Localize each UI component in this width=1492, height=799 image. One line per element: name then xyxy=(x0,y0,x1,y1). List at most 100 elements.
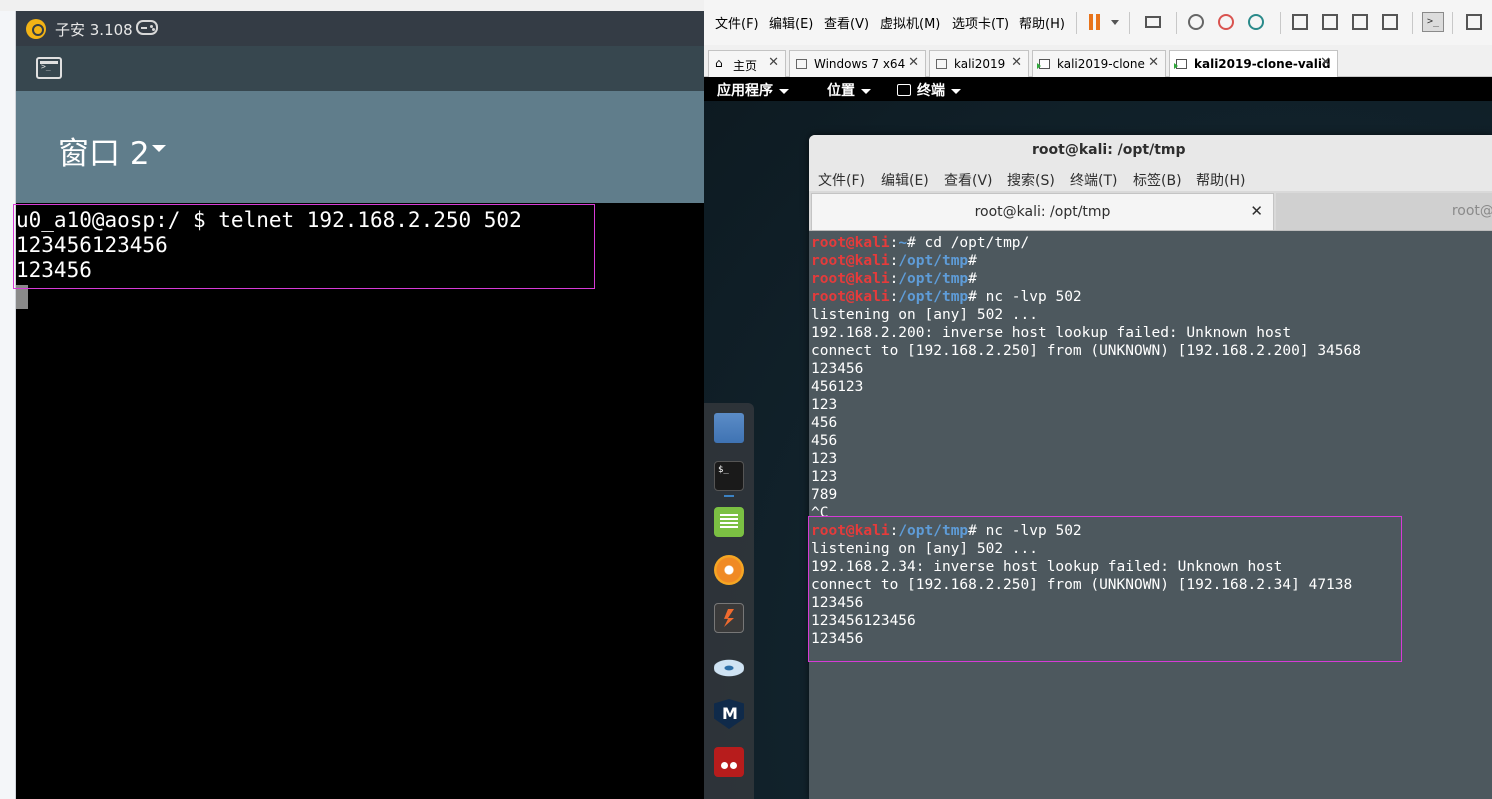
tab-kali2019-clone-valid[interactable]: kali2019-clone-valid ✕ xyxy=(1169,50,1338,77)
close-icon[interactable]: ✕ xyxy=(768,55,779,70)
notes-icon[interactable] xyxy=(714,507,744,537)
send-keys-icon[interactable] xyxy=(1145,16,1161,28)
chevron-down-icon[interactable] xyxy=(1111,20,1119,25)
background-browser-edge xyxy=(0,0,16,799)
background-browser-top-edge xyxy=(0,0,704,11)
tab-kali2019-clone[interactable]: kali2019-clone ✕ xyxy=(1032,50,1166,77)
library-view-icon[interactable] xyxy=(1292,14,1308,30)
gt-menu-view[interactable]: 查看(V) xyxy=(944,170,993,190)
prompt-path: /opt/tmp xyxy=(898,253,969,269)
terminal-tab-inactive[interactable]: root@k xyxy=(1276,193,1492,230)
output-text: 123 xyxy=(811,469,838,485)
revert-snapshot-icon[interactable] xyxy=(1218,14,1234,30)
menu-vm[interactable]: 虚拟机(M) xyxy=(880,13,940,32)
menu-tabs[interactable]: 选项卡(T) xyxy=(952,13,1009,32)
close-icon[interactable]: ✕ xyxy=(1320,55,1331,70)
fullscreen-icon[interactable] xyxy=(1352,14,1368,30)
unity-icon[interactable] xyxy=(1382,14,1398,30)
output-text: 123 xyxy=(811,451,838,467)
files-icon[interactable] xyxy=(714,413,744,443)
dropdown-caret-icon[interactable] xyxy=(152,145,166,152)
thumbnail-view-icon[interactable] xyxy=(1322,14,1338,30)
close-icon[interactable]: ✕ xyxy=(908,55,919,70)
vm-icon xyxy=(936,59,947,69)
output-text: connect to [192.168.2.250] from (UNKNOWN… xyxy=(811,343,1361,359)
emulator-title: 子安 3.108 xyxy=(55,21,133,39)
window-selector[interactable]: 窗口 2 xyxy=(58,128,150,173)
terminal-line: 456 xyxy=(811,432,1361,450)
menu-help[interactable]: 帮助(H) xyxy=(1019,13,1065,32)
stretch-guest-icon[interactable] xyxy=(1466,14,1482,30)
menu-file[interactable]: 文件(F) xyxy=(715,13,759,32)
snapshot-manager-icon[interactable] xyxy=(1248,14,1264,30)
tab-windows7[interactable]: Windows 7 x64 ✕ xyxy=(789,50,926,77)
terminal-line: root@kali:/opt/tmp# xyxy=(811,271,977,287)
gt-menu-file[interactable]: 文件(F) xyxy=(818,170,865,190)
prompt-user: root@kali xyxy=(811,289,890,305)
terminal-icon[interactable]: $_ xyxy=(714,461,744,491)
output-text: 456 xyxy=(811,415,838,431)
tab-home[interactable]: ⌂ 主页 ✕ xyxy=(708,50,786,77)
kali-guest-display[interactable]: 应用程序 位置 终端 $_ root@kali: /opt/tmp 文件(F) … xyxy=(704,77,1492,799)
terminal-line: 789 xyxy=(811,486,1361,504)
menu-view[interactable]: 查看(V) xyxy=(824,13,869,32)
prompt-user: root@kali xyxy=(811,271,890,287)
terminal-menubar: 文件(F) 编辑(E) 查看(V) 搜索(S) 终端(T) 标签(B) 帮助(H… xyxy=(809,165,1492,191)
prompt-path: /opt/tmp xyxy=(898,271,969,287)
running-vm-icon xyxy=(1037,59,1050,69)
prompt-path: /opt/tmp xyxy=(898,289,969,305)
emulator-logo-icon xyxy=(26,19,46,39)
close-icon[interactable]: ✕ xyxy=(1148,55,1159,70)
output-text: listening on [any] 502 ... xyxy=(811,307,1038,323)
burpsuite-icon[interactable] xyxy=(714,603,744,633)
cherrytree-icon[interactable] xyxy=(714,747,744,777)
metasploit-icon[interactable] xyxy=(714,699,744,729)
gt-menu-help[interactable]: 帮助(H) xyxy=(1196,170,1245,190)
annotation-highlight-box xyxy=(13,204,595,289)
eye-icon[interactable] xyxy=(714,653,744,683)
applications-menu[interactable]: 应用程序 xyxy=(717,80,789,100)
running-indicator xyxy=(724,495,734,497)
vmware-window: 文件(F) 编辑(E) 查看(V) 虚拟机(M) 选项卡(T) 帮助(H) >_… xyxy=(704,0,1492,799)
gt-menu-edit[interactable]: 编辑(E) xyxy=(881,170,929,190)
vmware-tabbar: ⌂ 主页 ✕ Windows 7 x64 ✕ kali2019 ✕ kali20… xyxy=(704,45,1492,77)
kali-terminal-output[interactable]: root@kali:~# cd /opt/tmp/root@kali:/opt/… xyxy=(809,231,1492,799)
gt-menu-terminal[interactable]: 终端(T) xyxy=(1070,170,1117,190)
terminal-line: root@kali:/opt/tmp# nc -lvp 502 xyxy=(811,289,1082,305)
gamepad-icon[interactable] xyxy=(136,20,158,35)
terminal-line: 123 xyxy=(811,396,1361,414)
terminal-app-icon[interactable] xyxy=(36,57,62,79)
android-terminal-output[interactable]: u0_a10@aosp:/ $ telnet 192.168.2.250 502… xyxy=(16,203,704,799)
close-icon[interactable]: ✕ xyxy=(1011,55,1022,70)
terminal-line: root@kali:/opt/tmp# xyxy=(811,253,977,269)
annotation-highlight-box xyxy=(808,516,1402,662)
terminal-line: 123 xyxy=(811,468,1361,486)
output-text: 789 xyxy=(811,487,838,503)
gt-menu-tabs[interactable]: 标签(B) xyxy=(1133,170,1182,190)
vm-icon xyxy=(796,59,807,69)
terminal-line: listening on [any] 502 ... xyxy=(811,306,1361,324)
vmware-menubar: 文件(F) 编辑(E) 查看(V) 虚拟机(M) 选项卡(T) 帮助(H) >_ xyxy=(704,0,1492,45)
terminal-line: root@kali:~# cd /opt/tmp/ xyxy=(811,235,1030,251)
places-menu[interactable]: 位置 xyxy=(827,80,871,100)
prompt-user: root@kali xyxy=(811,253,890,269)
terminal-app-menu[interactable]: 终端 xyxy=(897,80,961,100)
prompt-path: ~ xyxy=(898,235,908,251)
terminal-line: 123456 xyxy=(811,360,1361,378)
tab-kali2019[interactable]: kali2019 ✕ xyxy=(929,50,1029,77)
menu-edit[interactable]: 编辑(E) xyxy=(769,13,813,32)
terminal-icon xyxy=(897,84,911,96)
firefox-icon[interactable] xyxy=(714,555,744,585)
terminal-tab-active[interactable]: root@kali: /opt/tmp ✕ xyxy=(811,193,1274,230)
gt-menu-search[interactable]: 搜索(S) xyxy=(1007,170,1055,190)
output-text: 456 xyxy=(811,433,838,449)
close-icon[interactable]: ✕ xyxy=(1250,202,1263,220)
terminal-line: 456123 xyxy=(811,378,1361,396)
chevron-down-icon xyxy=(861,88,871,94)
gnome-terminal-window: root@kali: /opt/tmp 文件(F) 编辑(E) 查看(V) 搜索… xyxy=(809,135,1492,799)
console-view-icon[interactable]: >_ xyxy=(1422,12,1444,32)
pause-icon[interactable] xyxy=(1089,14,1101,30)
snapshot-icon[interactable] xyxy=(1188,14,1204,30)
chevron-down-icon xyxy=(779,88,789,94)
terminal-titlebar[interactable]: root@kali: /opt/tmp xyxy=(809,135,1492,165)
